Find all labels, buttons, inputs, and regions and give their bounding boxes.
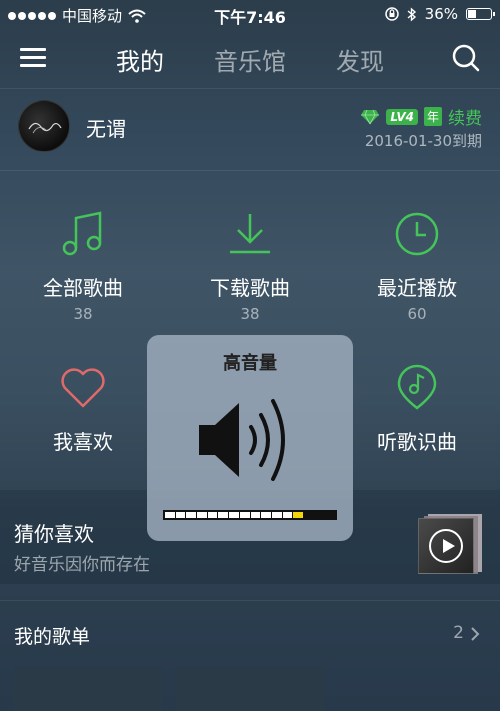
music-note-icon bbox=[62, 211, 102, 256]
download-icon bbox=[230, 214, 270, 254]
volume-hud: 高音量 bbox=[147, 335, 353, 541]
menu-icon[interactable] bbox=[20, 48, 46, 68]
grid-downloads[interactable]: 下载歌曲 38 bbox=[167, 210, 333, 323]
username: 无谓 bbox=[86, 117, 126, 141]
volume-segment bbox=[282, 512, 293, 518]
playlist-count: 2 bbox=[453, 623, 464, 643]
battery-icon bbox=[466, 8, 495, 20]
volume-segment bbox=[186, 512, 197, 518]
grid-favorites[interactable]: 我喜欢 bbox=[0, 364, 166, 455]
expire-date: 2016-01-30到期 bbox=[364, 132, 482, 150]
grid-label: 最近播放 bbox=[377, 276, 457, 300]
speaker-icon bbox=[199, 399, 285, 481]
grid-count: 60 bbox=[407, 305, 427, 323]
volume-segment bbox=[325, 512, 335, 518]
volume-segment bbox=[304, 512, 314, 518]
tab-music-hall[interactable]: 音乐馆 bbox=[214, 42, 286, 77]
volume-segment bbox=[229, 512, 239, 518]
playlist-title: 我的歌单 bbox=[14, 626, 91, 648]
volume-segment bbox=[175, 512, 186, 518]
grid-recent[interactable]: 最近播放 60 bbox=[334, 210, 500, 323]
signature-icon bbox=[28, 122, 62, 134]
volume-level-bar bbox=[163, 510, 337, 520]
top-nav: 我的 音乐馆 发现 bbox=[0, 36, 500, 82]
volume-segment bbox=[250, 512, 261, 518]
grid-count: 38 bbox=[73, 305, 93, 323]
volume-title: 高音量 bbox=[223, 353, 277, 374]
volume-segment bbox=[315, 512, 325, 518]
bluetooth-icon bbox=[407, 6, 416, 22]
volume-segment bbox=[197, 512, 207, 518]
volume-segment bbox=[293, 512, 303, 518]
playlist-thumbnail[interactable] bbox=[14, 666, 162, 711]
playlist-thumbnail[interactable] bbox=[176, 666, 324, 711]
grid-music-recognize[interactable]: 听歌识曲 bbox=[334, 364, 500, 455]
year-badge: 年 bbox=[423, 107, 442, 126]
recommend-title: 猜你喜欢 bbox=[14, 522, 94, 546]
rotation-lock-icon bbox=[384, 7, 399, 21]
volume-segment bbox=[207, 512, 218, 518]
renew-link[interactable]: 续费 bbox=[448, 104, 482, 129]
tab-discover[interactable]: 发现 bbox=[336, 42, 384, 77]
music-recognize-icon bbox=[397, 364, 437, 410]
recommend-subtitle: 好音乐因你而存在 bbox=[14, 555, 150, 575]
volume-segment bbox=[165, 512, 175, 518]
diamond-icon bbox=[361, 109, 380, 124]
volume-segment bbox=[218, 512, 229, 518]
play-icon[interactable] bbox=[429, 529, 463, 563]
vip-status: LV4 年 续费 bbox=[360, 104, 482, 129]
divider bbox=[0, 600, 500, 601]
grid-label: 我喜欢 bbox=[53, 430, 113, 454]
status-bar: 中国移动 下午7:46 36% bbox=[0, 0, 500, 28]
volume-segment bbox=[239, 512, 250, 518]
divider bbox=[0, 170, 500, 171]
volume-segment bbox=[271, 512, 282, 518]
divider bbox=[0, 88, 500, 89]
recommend-cover[interactable] bbox=[418, 518, 474, 574]
my-playlists-header[interactable]: 我的歌单 2 bbox=[0, 610, 500, 650]
volume-segment bbox=[261, 512, 271, 518]
tab-mine[interactable]: 我的 bbox=[116, 42, 164, 77]
clock-icon bbox=[395, 212, 439, 256]
chevron-right-icon bbox=[471, 627, 480, 641]
grid-label: 全部歌曲 bbox=[43, 276, 123, 300]
grid-label: 下载歌曲 bbox=[210, 276, 290, 300]
battery-percent: 36% bbox=[424, 5, 458, 23]
level-badge: LV4 bbox=[386, 108, 418, 125]
grid-count: 38 bbox=[240, 305, 260, 323]
search-icon[interactable] bbox=[452, 44, 480, 72]
heart-icon bbox=[61, 368, 105, 408]
status-right: 36% bbox=[384, 5, 495, 23]
grid-all-songs[interactable]: 全部歌曲 38 bbox=[0, 210, 166, 323]
profile-row[interactable]: 无谓 LV4 年 续费 2016-01-30到期 bbox=[0, 96, 500, 156]
avatar[interactable] bbox=[18, 100, 70, 152]
grid-label: 听歌识曲 bbox=[377, 430, 457, 454]
